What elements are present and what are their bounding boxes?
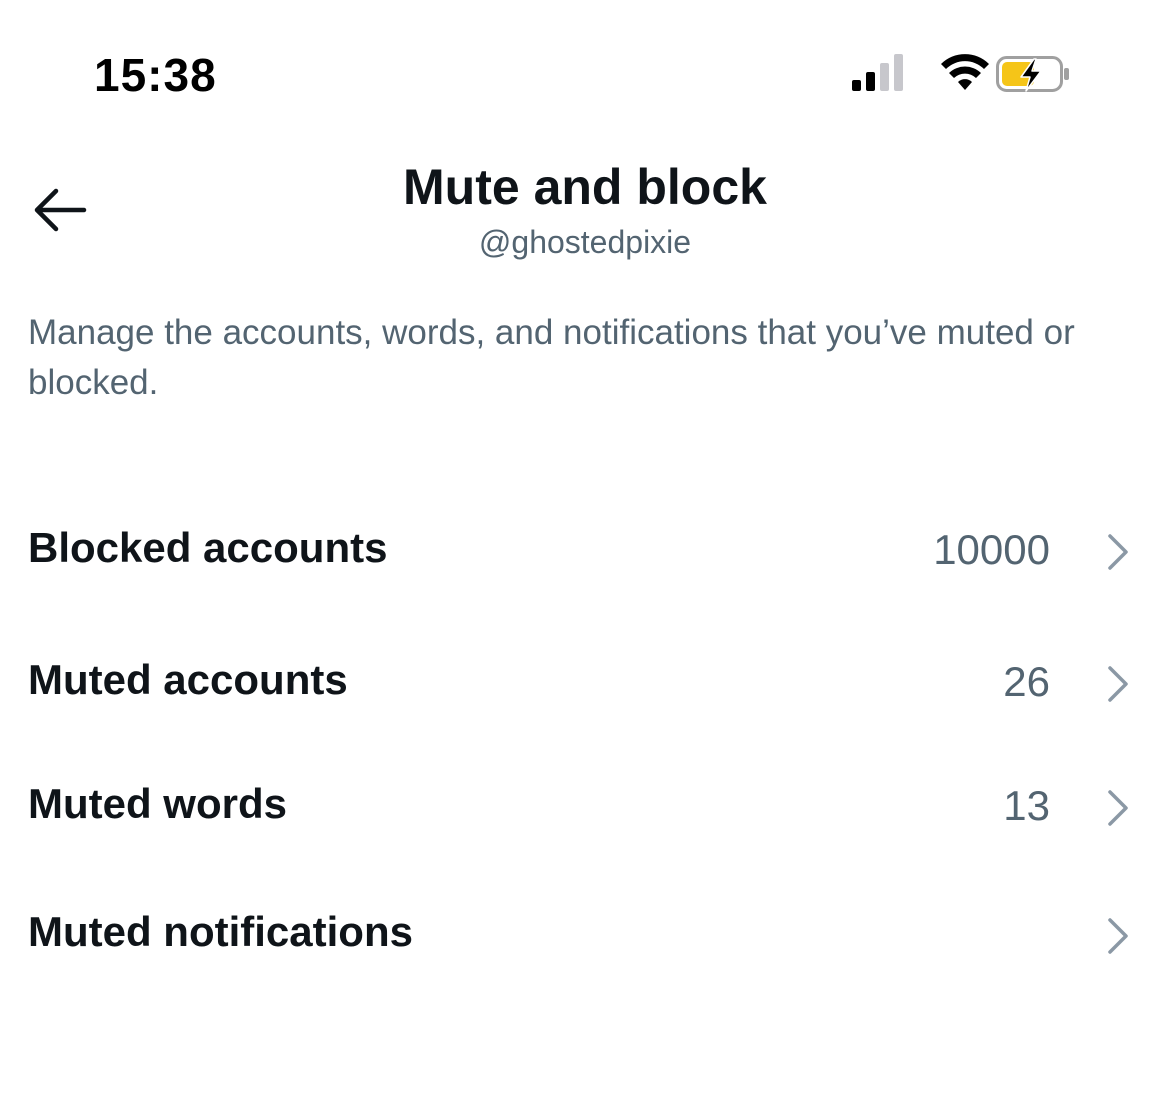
cellular-signal-icon xyxy=(852,54,903,91)
page-description: Manage the accounts, words, and notifica… xyxy=(28,313,1075,402)
muted-accounts-row[interactable]: Muted accounts 26 xyxy=(0,618,1170,746)
battery-charging-icon xyxy=(996,56,1069,92)
page-title: Mute and block xyxy=(403,159,767,215)
row-count: 13 xyxy=(1003,782,1050,829)
row-label: Muted words xyxy=(28,780,287,827)
row-label: Blocked accounts xyxy=(28,524,388,571)
chevron-right-icon xyxy=(1108,790,1128,826)
header: Mute and block @ghostedpixie xyxy=(0,140,1170,270)
wifi-icon xyxy=(941,54,989,90)
row-label: Muted notifications xyxy=(28,908,413,955)
row-label: Muted accounts xyxy=(28,656,348,703)
blocked-accounts-row[interactable]: Blocked accounts 10000 xyxy=(0,486,1170,614)
chevron-right-icon xyxy=(1108,534,1128,570)
settings-list: Blocked accounts 10000 Muted accounts 26… xyxy=(0,486,1170,998)
status-bar: 15:38 xyxy=(0,0,1170,130)
chevron-right-icon xyxy=(1108,666,1128,702)
status-time: 15:38 xyxy=(94,49,217,101)
muted-words-row[interactable]: Muted words 13 xyxy=(0,742,1170,870)
row-count: 10000 xyxy=(933,526,1050,573)
muted-notifications-row[interactable]: Muted notifications xyxy=(0,870,1170,998)
row-count: 26 xyxy=(1003,658,1050,705)
chevron-right-icon xyxy=(1108,918,1128,954)
page-subtitle: @ghostedpixie xyxy=(478,224,692,260)
